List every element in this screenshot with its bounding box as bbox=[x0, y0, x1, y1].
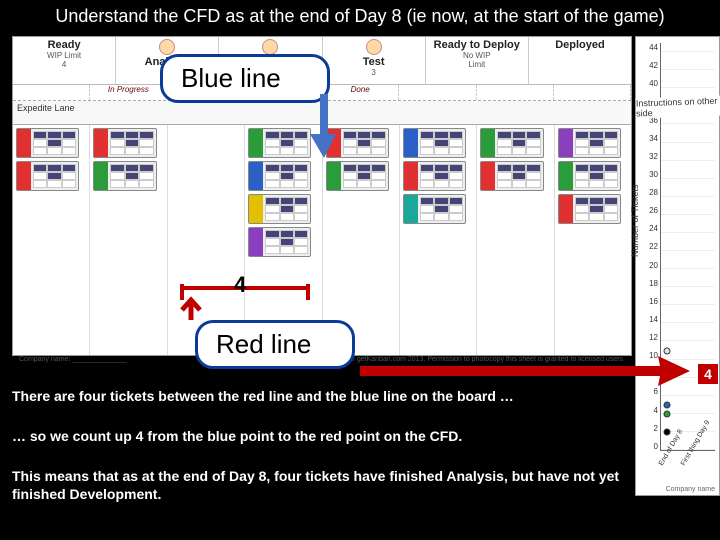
col-title: Ready to Deploy bbox=[434, 39, 520, 51]
col-ready-to-deploy: Ready to Deploy No WIP Limit bbox=[426, 37, 529, 84]
arrow-red-up-icon bbox=[180, 294, 202, 320]
cfd-ytick: 34 bbox=[638, 134, 658, 143]
col-test: Test 3 bbox=[323, 37, 426, 84]
board-column bbox=[555, 125, 631, 355]
col-wip-value: 3 bbox=[371, 68, 375, 77]
ticket bbox=[403, 128, 466, 158]
cfd-ytick: 4 bbox=[638, 406, 658, 415]
count-four-label: 4 bbox=[234, 272, 246, 298]
avatar-icon bbox=[366, 39, 382, 55]
cfd-instruction-text: Instructions on other side bbox=[636, 95, 720, 118]
ticket bbox=[326, 161, 389, 191]
cfd-x-axis: End of Day 8 First thing Day 9 Company n… bbox=[660, 453, 715, 493]
ticket bbox=[248, 194, 311, 224]
cfd-ytick: 30 bbox=[638, 170, 658, 179]
cfd-data-point bbox=[664, 401, 671, 408]
callout-red-line: Red line bbox=[195, 320, 355, 369]
ticket bbox=[403, 194, 466, 224]
avatar-icon bbox=[159, 39, 175, 55]
badge-four: 4 bbox=[698, 364, 718, 384]
ticket bbox=[248, 128, 311, 158]
col-title: Ready bbox=[48, 39, 81, 51]
ticket bbox=[558, 128, 621, 158]
callout-blue-line: Blue line bbox=[160, 54, 330, 103]
arrow-red-right-icon bbox=[360, 356, 690, 386]
col-deployed: Deployed bbox=[529, 37, 631, 84]
paragraph-1: There are four tickets between the red l… bbox=[12, 388, 660, 406]
ticket bbox=[93, 161, 156, 191]
cfd-ytick: 18 bbox=[638, 279, 658, 288]
ticket bbox=[480, 161, 543, 191]
footer-left: Company name: ______________ bbox=[19, 356, 127, 368]
cfd-ytick: 26 bbox=[638, 206, 658, 215]
cfd-data-point bbox=[664, 347, 671, 354]
avatar-icon bbox=[262, 39, 278, 55]
ticket bbox=[16, 128, 79, 158]
cfd-ytick: 12 bbox=[638, 333, 658, 342]
col-wip-label: No WIP bbox=[463, 51, 491, 60]
col-title: Test bbox=[363, 56, 385, 68]
subcol bbox=[477, 85, 554, 100]
cfd-ytick: 20 bbox=[638, 261, 658, 270]
cfd-ytick: 24 bbox=[638, 224, 658, 233]
cfd-ytick: 28 bbox=[638, 188, 658, 197]
ticket bbox=[403, 161, 466, 191]
arrow-blue-down-icon bbox=[310, 94, 338, 158]
ticket bbox=[16, 161, 79, 191]
slide-title: Understand the CFD as at the end of Day … bbox=[0, 6, 720, 27]
cfd-data-point bbox=[664, 428, 671, 435]
ticket bbox=[248, 161, 311, 191]
col-ready: Ready WIP Limit 4 bbox=[13, 37, 116, 84]
cfd-ytick: 32 bbox=[638, 152, 658, 161]
col-wip-label: WIP Limit bbox=[47, 51, 81, 60]
cfd-ytick: 40 bbox=[638, 79, 658, 88]
col-title: Deployed bbox=[555, 39, 605, 51]
paragraph-2: … so we count up 4 from the blue point t… bbox=[12, 428, 660, 446]
board-column bbox=[477, 125, 554, 355]
cfd-data-point bbox=[664, 410, 671, 417]
board-column bbox=[400, 125, 477, 355]
col-wip-value: 4 bbox=[62, 60, 66, 69]
cfd-ytick: 44 bbox=[638, 43, 658, 52]
cfd-ytick: 22 bbox=[638, 242, 658, 251]
ticket bbox=[93, 128, 156, 158]
subcol: In Progress bbox=[90, 85, 167, 100]
ticket bbox=[558, 161, 621, 191]
cfd-ytick: 16 bbox=[638, 297, 658, 306]
subcol bbox=[399, 85, 476, 100]
paragraph-3: This means that as at the end of Day 8, … bbox=[12, 468, 660, 503]
board-column bbox=[90, 125, 167, 355]
cfd-x-footer: Company name bbox=[660, 486, 715, 493]
board-column bbox=[13, 125, 90, 355]
cfd-ytick: 14 bbox=[638, 315, 658, 324]
cfd-ytick: 42 bbox=[638, 61, 658, 70]
ticket bbox=[248, 227, 311, 257]
ticket bbox=[558, 194, 621, 224]
ticket bbox=[480, 128, 543, 158]
subcol bbox=[13, 85, 90, 100]
subcol bbox=[554, 85, 631, 100]
cfd-chart: Number of Tickets 0246810121416182022242… bbox=[635, 36, 720, 496]
col-wip-value: Limit bbox=[468, 60, 485, 69]
